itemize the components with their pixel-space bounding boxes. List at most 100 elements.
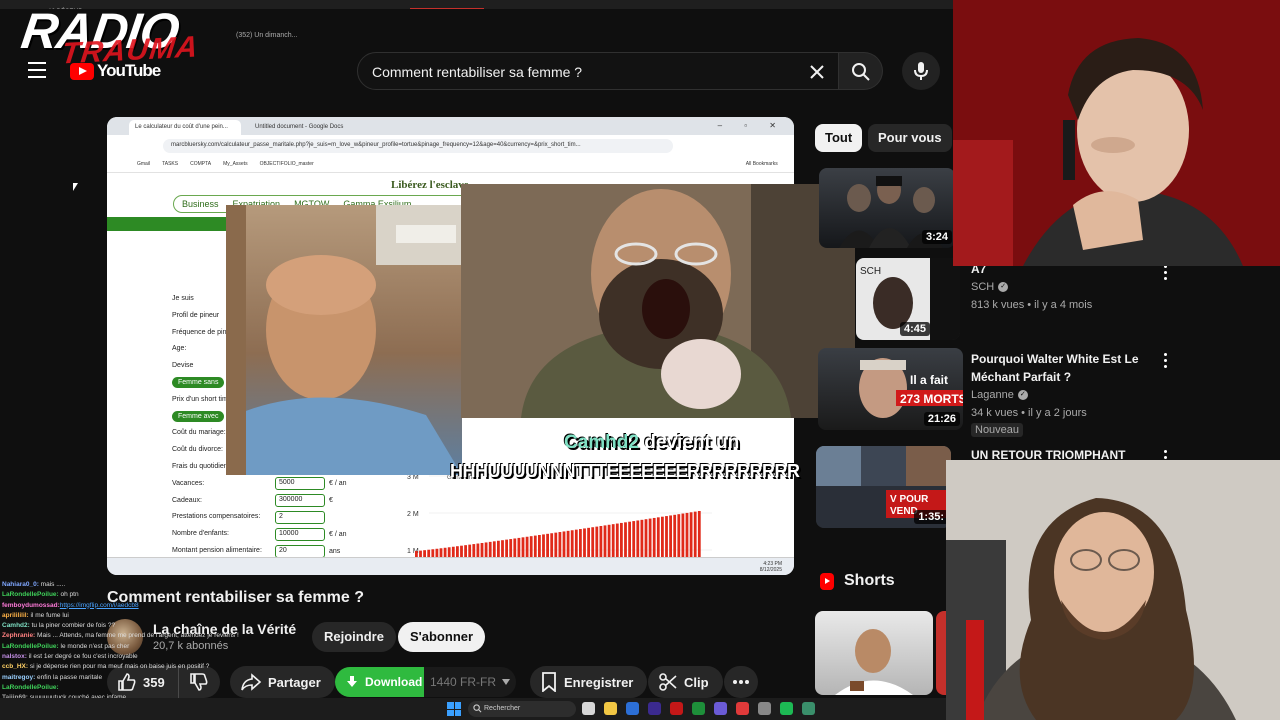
calculator-unit: € bbox=[329, 497, 333, 504]
video-webcam-right bbox=[461, 184, 855, 418]
discord-icon[interactable] bbox=[714, 702, 727, 715]
download-button[interactable]: Download bbox=[335, 667, 433, 697]
chart-bar bbox=[697, 511, 701, 557]
recording-icon[interactable] bbox=[736, 702, 749, 715]
youtube-logo[interactable]: YouTube bbox=[70, 61, 161, 80]
calculator-unit: ans bbox=[329, 548, 341, 555]
chart-bar bbox=[607, 524, 611, 557]
sidebar-thumbnail[interactable]: 3:24 bbox=[819, 168, 955, 248]
thumb-text: Il a fait bbox=[910, 373, 948, 387]
window-controls-icon: – ▫ ✕ bbox=[717, 121, 786, 130]
screaming-man-portrait bbox=[461, 184, 855, 418]
chart-bar bbox=[472, 544, 476, 557]
chat-text: si je dépense rien pour ma meuf mais on … bbox=[28, 663, 210, 671]
browser-tab[interactable]: SCH - Ça n... bbox=[362, 8, 410, 9]
sidebar-thumbnail[interactable]: SCH 4:45 bbox=[856, 258, 960, 340]
chat-username[interactable]: femboydumossad: bbox=[2, 602, 60, 609]
chat-message: Camhd2: tu la piner combier de fois ?? bbox=[2, 621, 272, 631]
chat-username[interactable]: Zephranie: bbox=[2, 632, 35, 639]
calculator-label-text: Je suis bbox=[172, 295, 194, 302]
premiere-icon[interactable] bbox=[648, 702, 661, 715]
video-duration: 1:35: bbox=[914, 510, 948, 524]
taskbar-search-placeholder: Rechercher bbox=[484, 705, 521, 712]
clip-button[interactable]: Clip bbox=[648, 666, 723, 698]
settings-icon[interactable] bbox=[758, 702, 771, 715]
file-explorer-icon[interactable] bbox=[582, 702, 595, 715]
microphone-icon bbox=[914, 62, 928, 80]
browser-tab[interactable]: (397) BEST... bbox=[314, 8, 362, 9]
subscribe-button[interactable]: S'abonner bbox=[398, 622, 486, 652]
sidebar-thumbnail[interactable]: V POUR VEND 1:35: bbox=[816, 446, 951, 528]
more-options-icon[interactable] bbox=[1160, 353, 1170, 369]
chat-link[interactable]: https://imgflip.com/i/aedcb8 bbox=[60, 602, 139, 609]
shorts-label: Shorts bbox=[844, 572, 895, 589]
hamburger-menu-icon[interactable] bbox=[28, 62, 46, 78]
sidebar-channel[interactable]: Laganne ✓ bbox=[971, 386, 1028, 404]
chat-username[interactable]: ccb_HX: bbox=[2, 663, 28, 670]
save-button[interactable]: Enregistrer bbox=[530, 666, 648, 698]
sidebar-thumbnail[interactable]: Il a fait 273 MORTS 21:26 bbox=[818, 348, 963, 430]
chevron-down-icon bbox=[502, 679, 510, 685]
browser-tab[interactable]: (397) THE... bbox=[520, 8, 565, 9]
chart-bar bbox=[533, 535, 537, 557]
app-icon[interactable] bbox=[692, 702, 705, 715]
photoshop-icon[interactable] bbox=[626, 702, 639, 715]
browser-tab[interactable]: (397) Qua... bbox=[702, 8, 746, 9]
sidebar-video-title[interactable]: Pourquoi Walter White Est Le Méchant Par… bbox=[971, 350, 1141, 386]
voice-search-button[interactable] bbox=[902, 52, 940, 90]
browser-tab[interactable]: (397) SCH bbox=[274, 8, 314, 9]
chart-bar bbox=[693, 511, 697, 557]
sidebar-channel[interactable]: SCH ✓ bbox=[971, 278, 1009, 296]
chat-username[interactable]: LaRondellePoilue: bbox=[2, 684, 59, 691]
chat-username[interactable]: maitregoy: bbox=[2, 674, 35, 681]
spotify-icon[interactable] bbox=[780, 702, 793, 715]
chip-pour-vous[interactable]: Pour vous bbox=[868, 124, 952, 152]
browser-tab[interactable]: 67 départe... bbox=[564, 8, 610, 9]
browser-tab[interactable]: (397) Les c... bbox=[655, 8, 702, 9]
clear-search-icon[interactable] bbox=[806, 61, 828, 83]
chart-bar bbox=[538, 534, 541, 557]
browser-tab[interactable]: (397) Comment renta... bbox=[409, 8, 484, 9]
shorts-thumbnail[interactable] bbox=[936, 611, 946, 695]
chat-username[interactable]: nalstox: bbox=[2, 653, 27, 660]
chart-bar bbox=[476, 543, 480, 557]
chart-bar bbox=[525, 536, 529, 557]
caption-highlight-name: Camhd2 bbox=[564, 432, 639, 453]
folder-icon[interactable] bbox=[604, 702, 617, 715]
verified-icon: ✓ bbox=[998, 282, 1009, 293]
chat-username[interactable]: LaRondellePoilue: bbox=[2, 591, 59, 598]
chart-bar bbox=[562, 531, 566, 557]
more-options-icon[interactable] bbox=[1160, 265, 1170, 281]
browser-tab[interactable]: (397) L... bbox=[484, 8, 520, 9]
windows-taskbar: Rechercher bbox=[0, 698, 946, 720]
chart-bar bbox=[451, 546, 455, 557]
chart-bar bbox=[689, 512, 693, 557]
quality-value: 1440 FR-FR bbox=[430, 675, 497, 689]
taskbar-search[interactable]: Rechercher bbox=[468, 701, 576, 717]
chat-username[interactable]: Nahiara0_0: bbox=[2, 581, 39, 588]
browser-tab[interactable]: Streaming ... bbox=[228, 8, 274, 9]
chart-bar bbox=[529, 536, 533, 557]
mouse-cursor-icon bbox=[73, 183, 78, 191]
chart-bar bbox=[427, 549, 431, 557]
chart-bar bbox=[464, 545, 467, 557]
chat-username[interactable]: LaRondellePoilue: bbox=[2, 643, 59, 650]
chat-username[interactable]: aprilililil: bbox=[2, 612, 29, 619]
join-button[interactable]: Rejoindre bbox=[312, 622, 396, 652]
chat-text: mais ..... bbox=[38, 581, 66, 588]
shorts-thumbnail[interactable] bbox=[815, 611, 933, 695]
quality-select[interactable]: 1440 FR-FR bbox=[424, 667, 516, 697]
chat-message: LaRondellePoilue: bbox=[2, 683, 272, 693]
windows-start-icon[interactable] bbox=[447, 702, 461, 716]
search-button[interactable] bbox=[839, 52, 883, 90]
chat-username[interactable]: Camhd2: bbox=[2, 622, 30, 629]
search-input[interactable] bbox=[372, 61, 792, 83]
sidebar-video-meta: 34 k vues • il y a 2 jours bbox=[971, 407, 1087, 419]
chart-bar bbox=[460, 545, 463, 557]
opera-icon[interactable] bbox=[670, 702, 683, 715]
chip-tout[interactable]: Tout bbox=[815, 124, 863, 152]
more-actions-button[interactable] bbox=[724, 666, 758, 698]
green-bar bbox=[107, 217, 237, 231]
terminal-icon[interactable] bbox=[802, 702, 815, 715]
browser-tab[interactable]: (397) Pour... bbox=[610, 8, 655, 9]
